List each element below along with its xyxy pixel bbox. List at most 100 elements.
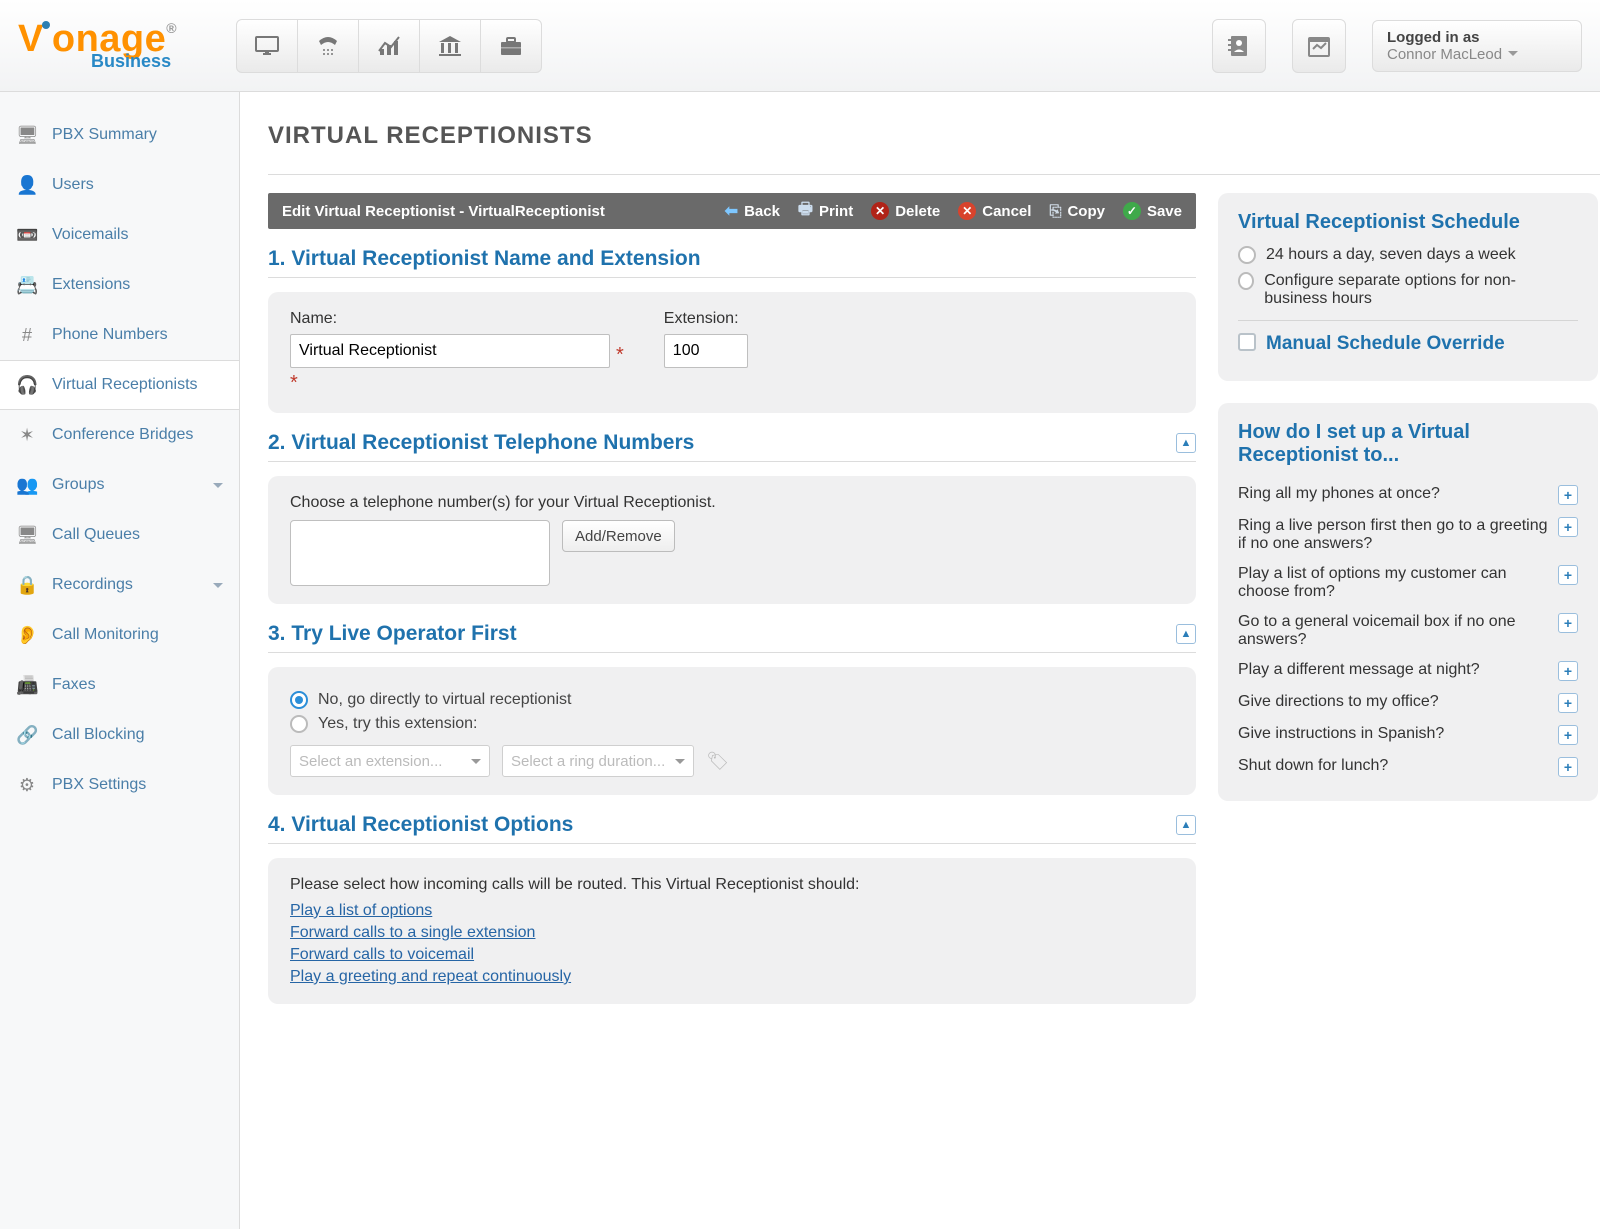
route-option-link[interactable]: Forward calls to a single extension: [290, 924, 1174, 942]
sidebar-item-faxes[interactable]: 📠Faxes: [0, 660, 239, 710]
delete-button[interactable]: ✕Delete: [871, 202, 940, 220]
top-tool-group: [237, 19, 542, 73]
route-option-link[interactable]: Play a greeting and repeat continuously: [290, 968, 1174, 986]
required-indicator: *: [616, 344, 624, 367]
sidebar-item-voicemails[interactable]: 📼Voicemails: [0, 210, 239, 260]
sidebar-item-phone-numbers[interactable]: #Phone Numbers: [0, 310, 239, 360]
section-1-box: Name: * * Extension:: [268, 292, 1196, 413]
expand-icon[interactable]: +: [1558, 661, 1578, 681]
faq-item: Give instructions in Spanish?+: [1238, 719, 1578, 751]
cancel-button[interactable]: ✕Cancel: [958, 202, 1031, 220]
faq-item: Shut down for lunch? +: [1238, 751, 1578, 783]
sidebar-item-label: Extensions: [52, 276, 130, 294]
schedule-opt-nonbiz[interactable]: Configure separate options for non-busin…: [1238, 272, 1578, 308]
faq-item: Ring a live person first then go to a gr…: [1238, 511, 1578, 559]
faq-text: Shut down for lunch?: [1238, 757, 1548, 775]
collapse-toggle[interactable]: ▲: [1176, 624, 1196, 644]
save-button[interactable]: ✓Save: [1123, 202, 1182, 220]
sidebar-item-label: Faxes: [52, 676, 96, 694]
desktop-icon[interactable]: [236, 19, 298, 73]
sidebar-item-label: Conference Bridges: [52, 426, 193, 444]
nav-icon: ⚙: [16, 775, 38, 796]
schedule-panel: Virtual Receptionist Schedule 24 hours a…: [1218, 193, 1598, 381]
sidebar-item-label: Call Queues: [52, 526, 140, 544]
expand-icon[interactable]: +: [1558, 565, 1578, 585]
sidebar-item-pbx-settings[interactable]: ⚙PBX Settings: [0, 760, 239, 810]
nav-icon: 🎧: [16, 375, 38, 396]
sidebar-item-label: Users: [52, 176, 94, 194]
checkbox-icon: [1238, 333, 1256, 351]
sidebar-item-virtual-receptionists[interactable]: 🎧Virtual Receptionists: [0, 360, 239, 410]
sidebar-item-pbx-summary[interactable]: 🖥PBX Summary: [0, 110, 239, 160]
briefcase-icon[interactable]: [480, 19, 542, 73]
collapse-toggle[interactable]: ▲: [1176, 433, 1196, 453]
main: VIRTUAL RECEPTIONISTS Edit Virtual Recep…: [240, 92, 1600, 1229]
copy-icon: ⎘: [1049, 203, 1061, 220]
logged-in-label: Logged in as: [1387, 29, 1567, 46]
radio-icon: [290, 691, 308, 709]
print-button[interactable]: 🖶Print: [798, 198, 853, 225]
logged-in-box[interactable]: Logged in as Connor MacLeod: [1372, 20, 1582, 72]
expand-icon[interactable]: +: [1558, 757, 1578, 777]
expand-icon[interactable]: +: [1558, 485, 1578, 505]
radio-yes[interactable]: Yes, try this extension:: [290, 715, 1174, 733]
copy-button[interactable]: ⎘Copy: [1049, 203, 1105, 220]
check-icon: ✓: [1123, 202, 1141, 220]
radio-icon: [1238, 272, 1254, 290]
logo-dot: [42, 21, 50, 29]
faq-item: Give directions to my office? +: [1238, 687, 1578, 719]
extension-select[interactable]: Select an extension...: [290, 745, 490, 777]
schedule-title: Virtual Receptionist Schedule: [1238, 211, 1578, 234]
bank-icon[interactable]: [419, 19, 481, 73]
faq-text: Give directions to my office?: [1238, 693, 1548, 711]
sidebar-item-groups[interactable]: 👥 Groups: [0, 460, 239, 510]
logged-in-user: Connor MacLeod: [1387, 46, 1567, 63]
chevron-down-icon: [675, 759, 685, 769]
sidebar: 🖥PBX Summary👤Users📼Voicemails 📇 Extensions…: [0, 92, 240, 1229]
radio-no[interactable]: No, go directly to virtual receptionist: [290, 691, 1174, 709]
chevron-down-icon: [1508, 51, 1518, 61]
ring-duration-select[interactable]: Select a ring duration...: [502, 745, 694, 777]
sidebar-item-conference-bridges[interactable]: ✶ Conference Bridges: [0, 410, 239, 460]
phone-icon[interactable]: [297, 19, 359, 73]
route-option-link[interactable]: Forward calls to voicemail: [290, 946, 1174, 964]
contacts-icon[interactable]: [1212, 19, 1266, 73]
manual-schedule-override[interactable]: Manual Schedule Override: [1238, 333, 1578, 355]
nav-icon: 🔒: [16, 575, 38, 596]
sidebar-item-extensions[interactable]: 📇 Extensions: [0, 260, 239, 310]
radio-icon: [1238, 246, 1256, 264]
sidebar-item-recordings[interactable]: 🔒 Recordings: [0, 560, 239, 610]
route-option-link[interactable]: Play a list of options: [290, 902, 1174, 920]
name-input[interactable]: [290, 334, 610, 368]
expand-icon[interactable]: +: [1558, 517, 1578, 537]
faq-title: How do I set up a Virtual Receptionist t…: [1238, 421, 1578, 467]
radio-icon: [290, 715, 308, 733]
back-arrow-icon: ⬅: [725, 201, 738, 221]
chart-icon[interactable]: [358, 19, 420, 73]
sidebar-item-users[interactable]: 👤Users: [0, 160, 239, 210]
nav-icon: 📇: [16, 275, 38, 296]
sidebar-item-call-blocking[interactable]: 🔗Call Blocking: [0, 710, 239, 760]
faq-item: Play a different message at night? +: [1238, 655, 1578, 687]
sidebar-item-label: Recordings: [52, 576, 133, 594]
phone-numbers-list[interactable]: [290, 520, 550, 586]
expand-icon[interactable]: +: [1558, 693, 1578, 713]
schedule-opt-24-7[interactable]: 24 hours a day, seven days a week: [1238, 246, 1578, 264]
sidebar-item-label: Groups: [52, 476, 104, 494]
faq-text: Play a list of options my customer can c…: [1238, 565, 1548, 601]
extension-input[interactable]: [664, 334, 748, 368]
sidebar-item-call-monitoring[interactable]: 👂Call Monitoring: [0, 610, 239, 660]
nav-icon: 👥: [16, 475, 38, 496]
chevron-down-icon: [213, 483, 223, 493]
faq-text: Play a different message at night?: [1238, 661, 1548, 679]
back-button[interactable]: ⬅Back: [725, 201, 780, 221]
expand-icon[interactable]: +: [1558, 725, 1578, 745]
calendar-icon[interactable]: [1292, 19, 1346, 73]
sidebar-item-call-queues[interactable]: 🖥Call Queues: [0, 510, 239, 560]
faq-item: Play a list of options my customer can c…: [1238, 559, 1578, 607]
collapse-toggle[interactable]: ▲: [1176, 815, 1196, 835]
add-remove-button[interactable]: Add/Remove: [562, 520, 675, 552]
section-4-box: Please select how incoming calls will be…: [268, 858, 1196, 1004]
nav-icon: ✶: [16, 425, 38, 446]
expand-icon[interactable]: +: [1558, 613, 1578, 633]
